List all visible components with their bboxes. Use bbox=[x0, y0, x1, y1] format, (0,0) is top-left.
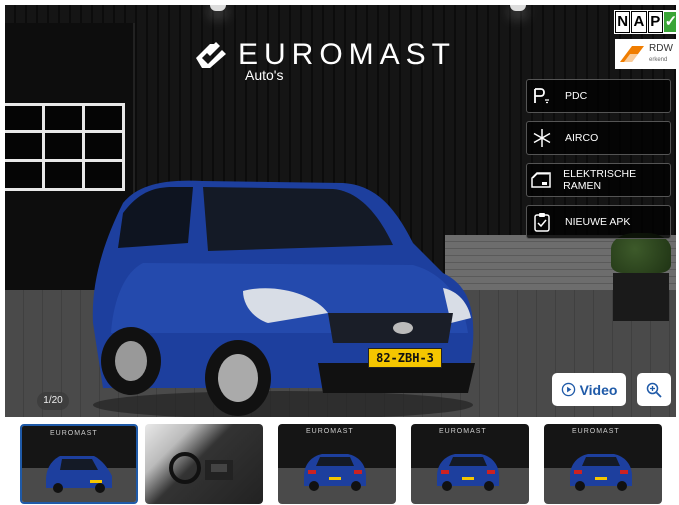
car-thumb-image bbox=[46, 456, 112, 493]
feature-label: ELEKTRISCHE RAMEN bbox=[563, 168, 637, 192]
zoom-in-icon bbox=[646, 382, 662, 398]
car-image bbox=[92, 180, 475, 417]
main-photo[interactable]: 82-ZBH-3 EUROMAST Auto's N A P ✓ RDW erke… bbox=[5, 5, 676, 417]
nap-letter: A bbox=[631, 11, 647, 33]
feature-airco: AIRCO bbox=[526, 121, 671, 155]
thumbnail-1[interactable]: EUROMAST bbox=[20, 424, 138, 504]
thumbnail-2[interactable] bbox=[145, 424, 263, 504]
nap-badge: N A P ✓ bbox=[614, 10, 676, 34]
play-icon bbox=[561, 382, 575, 397]
rdw-badge: RDW erkend bbox=[615, 39, 676, 69]
nap-letter: N bbox=[615, 11, 631, 33]
feature-list: PDC AIRCO ELEKTRISCHE RAMEN NIEUWE APK bbox=[526, 79, 671, 247]
car-thumb-image bbox=[304, 454, 366, 491]
feature-nieuwe-apk: NIEUWE APK bbox=[526, 205, 671, 239]
photo-counter: 1/20 bbox=[37, 392, 69, 410]
video-label: Video bbox=[579, 381, 618, 398]
interior-thumb-image bbox=[169, 452, 233, 484]
clipboard-check-icon bbox=[527, 207, 557, 237]
rdw-sub: erkend bbox=[649, 56, 668, 63]
feature-label: NIEUWE APK bbox=[565, 216, 631, 228]
rdw-logo-icon bbox=[620, 46, 644, 62]
rdw-name: RDW bbox=[649, 42, 673, 54]
zoom-button[interactable] bbox=[637, 373, 671, 406]
thumb-logo: EUROMAST bbox=[50, 430, 98, 437]
thumb-logo: EUROMAST bbox=[306, 428, 354, 435]
thumb-logo: EUROMAST bbox=[439, 428, 487, 435]
check-icon: ✓ bbox=[663, 12, 676, 32]
thumb-logo: EUROMAST bbox=[572, 428, 620, 435]
thumbnail-3[interactable]: EUROMAST bbox=[278, 424, 396, 504]
logo-mark-icon bbox=[196, 42, 226, 68]
feature-elektrische-ramen: ELEKTRISCHE RAMEN bbox=[526, 163, 671, 197]
euromast-logo: EUROMAST Auto's bbox=[192, 38, 456, 83]
thumbnail-strip: EUROMAST EUROMAST EUROMAST EUROMAST bbox=[20, 424, 662, 504]
thumbnail-4[interactable]: EUROMAST bbox=[411, 424, 529, 504]
snowflake-icon bbox=[527, 123, 557, 153]
feature-pdc: PDC bbox=[526, 79, 671, 113]
car-thumb-image bbox=[437, 454, 499, 491]
car-thumb-image bbox=[570, 454, 632, 491]
license-plate: 82-ZBH-3 bbox=[368, 348, 442, 368]
brand-subtitle: Auto's bbox=[245, 67, 284, 83]
car-window-icon bbox=[527, 165, 555, 195]
feature-label: AIRCO bbox=[565, 132, 599, 144]
nap-letter: P bbox=[647, 11, 663, 33]
parking-sensor-icon bbox=[527, 81, 557, 111]
video-button[interactable]: Video bbox=[552, 373, 626, 406]
feature-label: PDC bbox=[565, 90, 588, 102]
thumbnail-5[interactable]: EUROMAST bbox=[544, 424, 662, 504]
